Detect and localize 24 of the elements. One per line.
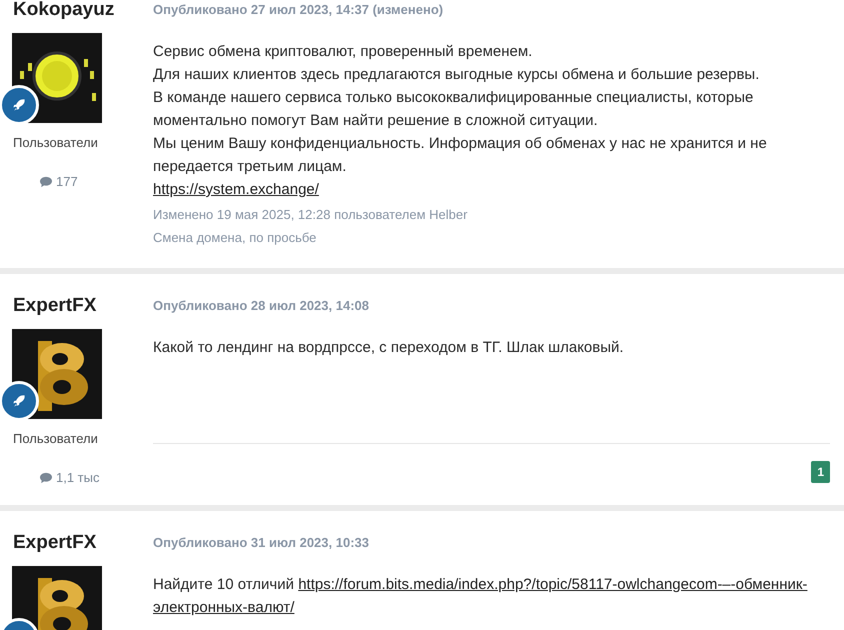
edit-note: Изменено 19 мая 2025, 12:28 пользователем Helber (153, 206, 468, 224)
post-text: Мы ценим Вашу конфиденциальность. Информация об обменах у нас не хранится и не передается третьим лицам. (153, 134, 768, 177)
author-name[interactable]: ExpertFX (13, 296, 96, 316)
post-date: Опубликовано 31 июл 2023, 10:33 (153, 534, 369, 552)
post-text: Для наших клиентов здесь предлагаются выгодные курсы обмена и большие резервы. (153, 65, 760, 85)
user-group-label: Пользователи (13, 431, 98, 446)
post-link[interactable]: https://forum.bits.media/index.php?/topic/58117-owlchangecom-–-обменник- (298, 573, 808, 596)
post-text: Найдите 10 отличий (153, 575, 296, 595)
post-count: 177 (56, 174, 78, 189)
post-date: Опубликовано 27 июл 2023, 14:37 (изменено) (153, 1, 444, 19)
post-link[interactable]: https://system.exchange/ (153, 178, 319, 201)
post-text: Какой то лендинг на вордпрссе, с переходом в ТГ. Шлак шлаковый. (153, 338, 624, 358)
post-count: 1,1 тыс (56, 470, 100, 485)
reaction-count[interactable]: 1 (811, 461, 830, 483)
post-text: В команде нашего сервиса только высококвалифицированные специалисты, которые моментально помогут Вам найти решение в сложной ситуации. (153, 88, 754, 131)
user-group-label: Пользователи (13, 135, 98, 150)
post-text: Сервис обмена криптовалют, проверенный временем. (153, 42, 534, 62)
comment-icon (39, 472, 53, 484)
post-link[interactable]: электронных-валют/ (153, 596, 294, 619)
comment-icon (39, 176, 53, 188)
edit-reason: Смена домена, по просьбе (153, 229, 316, 247)
author-name[interactable]: Kokopayuz (13, 0, 114, 20)
post-date: Опубликовано 28 июл 2023, 14:08 (153, 297, 369, 315)
author-name[interactable]: ExpertFX (13, 533, 96, 553)
